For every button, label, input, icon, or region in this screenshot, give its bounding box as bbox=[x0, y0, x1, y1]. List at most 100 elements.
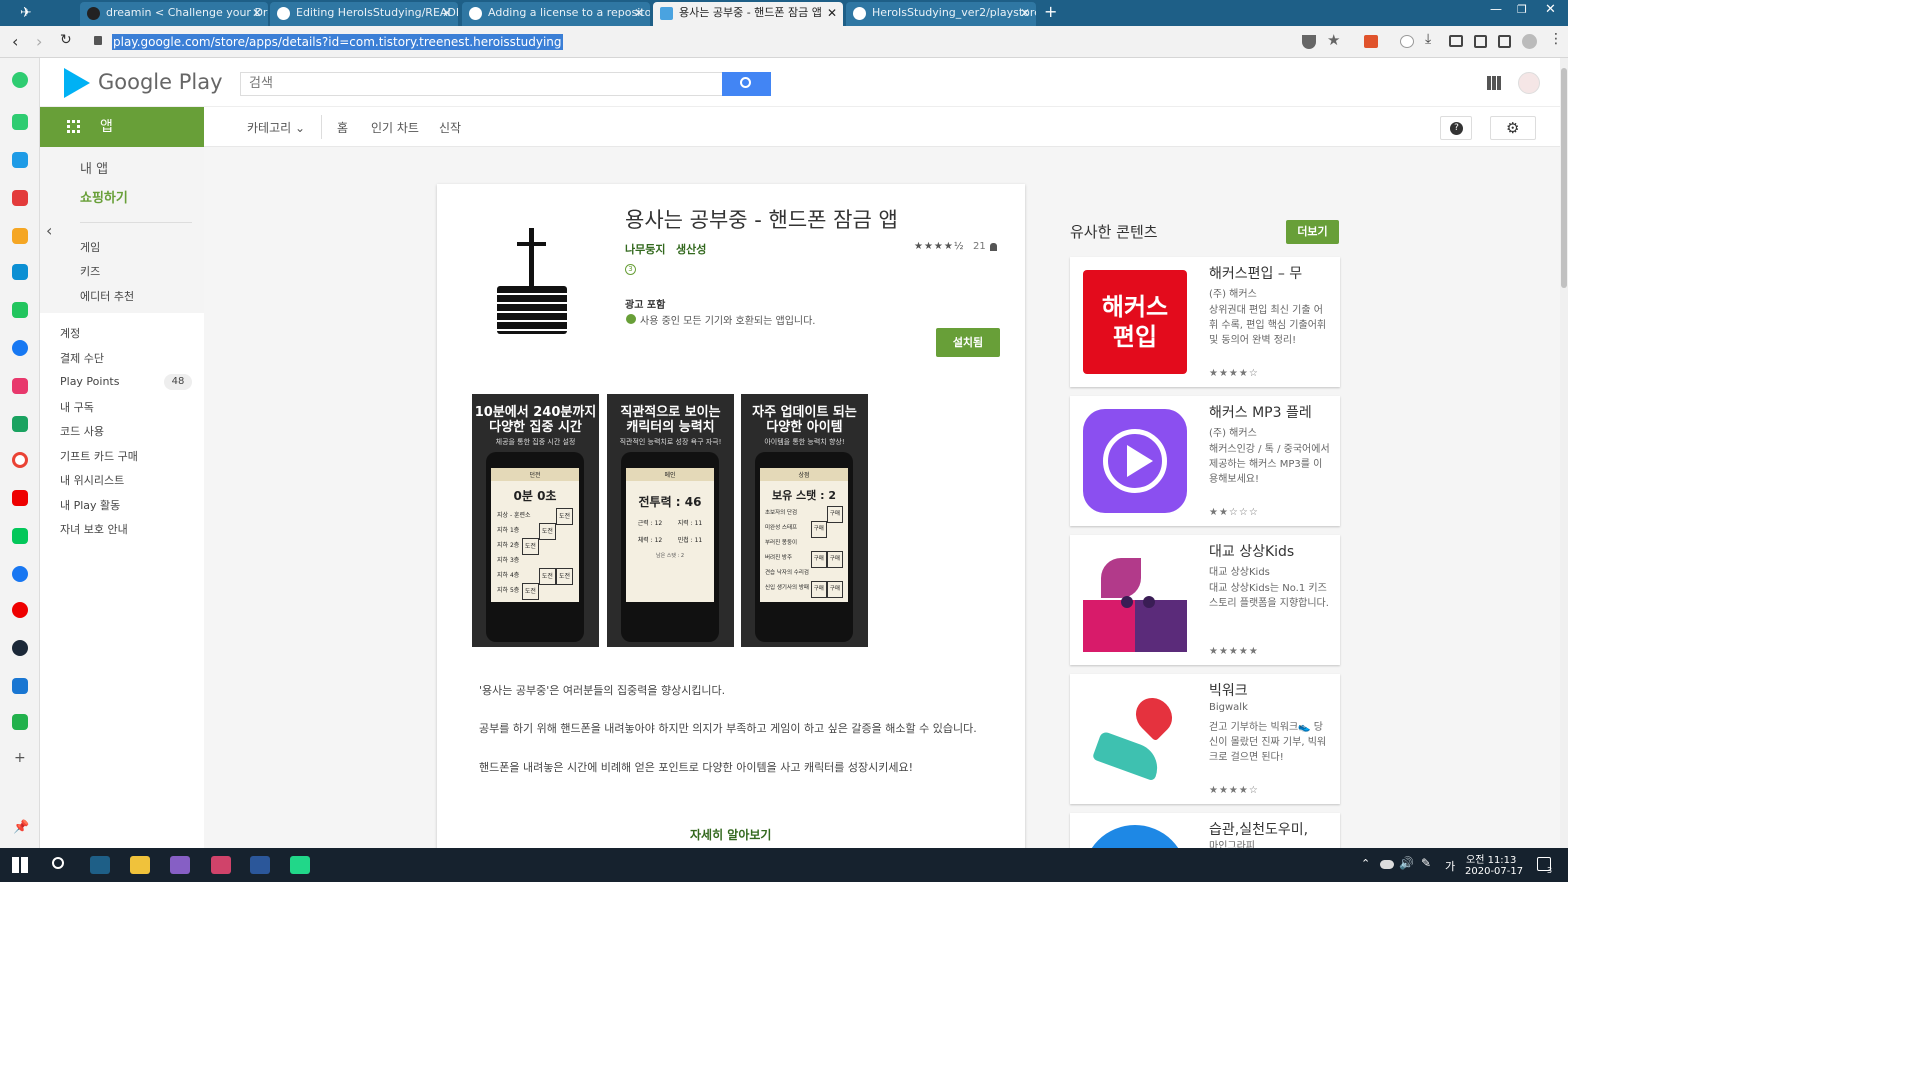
google-play-logo-icon[interactable] bbox=[64, 68, 90, 98]
avatar[interactable] bbox=[1518, 72, 1540, 94]
close-tab-icon[interactable]: ✕ bbox=[634, 2, 644, 24]
menu-wishlist[interactable]: 내 위시리스트 bbox=[60, 472, 124, 488]
help-button[interactable]: ? bbox=[1440, 116, 1472, 140]
category-dropdown[interactable]: 카테고리 ⌄ bbox=[247, 119, 305, 136]
apps-section-tab[interactable]: 앱 bbox=[40, 107, 204, 147]
forward-button[interactable]: › bbox=[36, 32, 42, 51]
scrollbar[interactable] bbox=[1560, 58, 1568, 848]
browser-tab[interactable]: Adding a license to a reposito ✕ bbox=[462, 2, 650, 26]
clock-time[interactable]: 오전 11:13 bbox=[1466, 851, 1516, 866]
tray-up-arrow-icon[interactable]: ⌃ bbox=[1361, 857, 1370, 870]
menu-account[interactable]: 계정 bbox=[60, 325, 80, 341]
restore-button[interactable]: ❐ bbox=[1517, 3, 1527, 16]
browser-tab[interactable]: HeroIsStudying_ver2/playstore. ✕ bbox=[846, 2, 1036, 26]
read-more-link[interactable]: 자세히 알아보기 bbox=[690, 826, 771, 843]
apps-grid-icon[interactable] bbox=[1487, 76, 1501, 90]
browser-tab[interactable]: Editing HeroIsStudying/READM ✕ bbox=[270, 2, 458, 26]
visual-studio-icon[interactable] bbox=[170, 856, 190, 874]
collapse-nav-icon[interactable]: ‹ bbox=[46, 221, 52, 240]
browser-tab-active[interactable]: 용사는 공부중 - 핸드폰 잠금 앱 ✕ bbox=[653, 2, 843, 26]
menu-icon[interactable]: ⋮ bbox=[1549, 31, 1563, 47]
close-window-button[interactable]: ✕ bbox=[1545, 2, 1556, 17]
windows-start-icon[interactable] bbox=[12, 857, 28, 873]
nav-new-releases[interactable]: 신작 bbox=[439, 119, 461, 136]
sidebar-app-icon[interactable] bbox=[12, 72, 28, 88]
settings-button[interactable]: ⚙ bbox=[1490, 116, 1536, 140]
bookmark-star-icon[interactable]: ★ bbox=[1327, 31, 1340, 49]
similar-app-card[interactable]: 습관,실천도우미, 마인그라피 bbox=[1070, 813, 1340, 848]
app-taskbar-icon[interactable] bbox=[211, 856, 231, 874]
search-button[interactable] bbox=[722, 72, 771, 96]
nav-top-charts[interactable]: 인기 차트 bbox=[371, 119, 419, 136]
sidebar-toggle-icon[interactable] bbox=[1498, 35, 1511, 48]
close-tab-icon[interactable]: ✕ bbox=[442, 2, 452, 24]
developer-link[interactable]: 나무둥지 bbox=[625, 241, 665, 257]
youtube-icon[interactable] bbox=[12, 490, 28, 506]
menu-play-points[interactable]: Play Points bbox=[60, 375, 119, 388]
back-button[interactable]: ‹ bbox=[12, 32, 18, 51]
app-screenshot[interactable]: 10분에서 240분까지 다양한 집중 시간 체공을 통한 집중 시간 설정 던… bbox=[472, 394, 599, 647]
ime-indicator[interactable]: 가 bbox=[1445, 858, 1455, 874]
nav-my-apps[interactable]: 내 앱 bbox=[80, 158, 108, 177]
category-link[interactable]: 생산성 bbox=[676, 241, 706, 257]
naver-icon[interactable] bbox=[12, 528, 28, 544]
similar-app-card[interactable]: 대교 상상Kids 대교 상상Kids 대교 상상Kids는 No.1 키즈 스… bbox=[1070, 535, 1340, 665]
nav-editors-choice[interactable]: 에디터 추천 bbox=[80, 288, 134, 304]
opera-menu-icon[interactable]: ✈ bbox=[20, 5, 42, 21]
mail-icon[interactable] bbox=[12, 678, 28, 694]
reload-button[interactable]: ↻ bbox=[60, 32, 72, 48]
steam-icon[interactable] bbox=[12, 640, 28, 656]
extension-icon[interactable] bbox=[1364, 35, 1378, 48]
sidebar-app-icon[interactable] bbox=[12, 302, 28, 318]
browser-tab[interactable]: dreamin < Challenge your Drea ✕ bbox=[80, 2, 268, 26]
search-icon[interactable] bbox=[52, 857, 64, 869]
sidebar-app-icon[interactable] bbox=[12, 416, 28, 432]
nav-home[interactable]: 홈 bbox=[337, 119, 348, 136]
nav-kids[interactable]: 키즈 bbox=[80, 263, 100, 279]
google-icon[interactable] bbox=[12, 452, 28, 468]
menu-buy-gift-card[interactable]: 기프트 카드 구매 bbox=[60, 448, 138, 464]
sidebar-app-icon[interactable] bbox=[12, 228, 28, 244]
close-tab-icon[interactable]: ✕ bbox=[1020, 2, 1030, 24]
file-explorer-icon[interactable] bbox=[130, 856, 150, 874]
facebook-icon[interactable] bbox=[12, 566, 28, 582]
menu-payment-methods[interactable]: 결제 수단 bbox=[60, 350, 104, 366]
clock-date[interactable]: 2020-07-17 bbox=[1465, 866, 1523, 877]
url-field[interactable]: play.google.com/store/apps/details?id=co… bbox=[112, 34, 563, 50]
sidebar-app-icon[interactable] bbox=[12, 378, 28, 394]
new-tab-button[interactable]: + bbox=[1044, 2, 1057, 21]
reader-icon[interactable] bbox=[1474, 35, 1487, 48]
close-tab-icon[interactable]: ✕ bbox=[252, 2, 262, 24]
sidebar-app-icon[interactable] bbox=[12, 114, 28, 130]
shield-icon[interactable] bbox=[1302, 35, 1316, 49]
google-play-logo-text[interactable]: Google Play bbox=[98, 70, 223, 94]
see-more-button[interactable]: 더보기 bbox=[1286, 220, 1339, 244]
add-sidebar-icon[interactable]: + bbox=[14, 750, 26, 766]
profile-icon[interactable] bbox=[1522, 34, 1537, 49]
similar-app-card[interactable]: 빅워크 Bigwalk 걷고 기부하는 빅워크👟 당신이 몰랐던 진짜 기부, … bbox=[1070, 674, 1340, 804]
camera-icon[interactable] bbox=[1449, 35, 1463, 47]
menu-redeem[interactable]: 코드 사용 bbox=[60, 423, 104, 439]
scrollbar-thumb[interactable] bbox=[1561, 68, 1567, 288]
word-icon[interactable] bbox=[250, 856, 270, 874]
pin-icon[interactable]: 📌 bbox=[13, 820, 29, 835]
install-button[interactable]: 설치됨 bbox=[936, 328, 1000, 357]
messenger-icon[interactable] bbox=[12, 340, 28, 356]
weather-icon[interactable] bbox=[1380, 860, 1394, 869]
opera-taskbar-icon[interactable] bbox=[90, 856, 110, 874]
app-screenshot[interactable]: 직관적으로 보이는 캐릭터의 능력치 직관적인 능력치로 성장 욕구 자극! 메… bbox=[607, 394, 734, 647]
pycharm-icon[interactable] bbox=[290, 856, 310, 874]
volume-icon[interactable]: 🔊 bbox=[1399, 856, 1414, 870]
close-tab-icon[interactable]: ✕ bbox=[827, 2, 837, 24]
sidebar-app-icon[interactable] bbox=[12, 714, 28, 730]
similar-app-card[interactable]: 해커스 편입 해커스편입 – 무 (주) 해커스 상위권대 편입 최신 기출 어… bbox=[1070, 257, 1340, 387]
search-input[interactable]: 검색 bbox=[240, 72, 723, 96]
flag-icon[interactable] bbox=[1400, 35, 1414, 48]
pen-icon[interactable]: ✎ bbox=[1421, 856, 1431, 870]
minimize-button[interactable]: — bbox=[1490, 2, 1502, 16]
music-icon[interactable] bbox=[12, 602, 28, 618]
nav-games[interactable]: 게임 bbox=[80, 239, 100, 255]
nav-shop[interactable]: 쇼핑하기 bbox=[80, 187, 128, 206]
sidebar-app-icon[interactable] bbox=[12, 190, 28, 206]
download-icon[interactable]: ⤓ bbox=[1425, 31, 1431, 47]
